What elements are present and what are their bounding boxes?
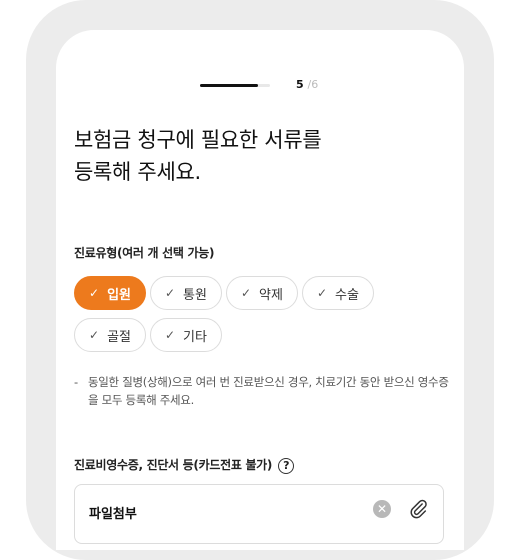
check-icon: ✓ bbox=[240, 286, 252, 300]
chip-outpatient[interactable]: ✓ 통원 bbox=[149, 276, 222, 310]
check-icon: ✓ bbox=[164, 328, 176, 342]
chip-surgery[interactable]: ✓ 수술 bbox=[301, 276, 374, 310]
step-total: 6 bbox=[311, 78, 319, 91]
clear-icon[interactable]: ✕ bbox=[373, 500, 391, 518]
question-circle-icon[interactable]: ? bbox=[278, 457, 295, 474]
chip-fracture[interactable]: ✓ 골절 bbox=[74, 318, 146, 352]
chip-row-2: ✓ 골절 ✓ 기타 bbox=[74, 318, 454, 352]
chip-label: 수술 bbox=[335, 287, 359, 303]
chip-pharmacy[interactable]: ✓ 약제 bbox=[225, 276, 298, 310]
progress-bar bbox=[200, 84, 270, 87]
step-progress: 5 /6 bbox=[56, 78, 464, 94]
check-icon: ✓ bbox=[164, 286, 176, 300]
chip-label: 골절 bbox=[107, 329, 131, 345]
check-icon: ✓ bbox=[89, 328, 100, 342]
notice-body: 동일한 질병(상해)으로 여러 번 진료받으신 경우, 치료기간 동안 받으신 … bbox=[88, 375, 449, 407]
check-icon: ✓ bbox=[89, 286, 100, 300]
notice-dash: - bbox=[74, 375, 78, 389]
page-title-line1: 보험금 청구에 필요한 서류를 bbox=[74, 128, 322, 152]
chip-label: 약제 bbox=[259, 287, 283, 303]
treatment-type-chips: ✓ 입원 ✓ 통원 ✓ 약제 ✓ 수술 ✓ 골절 ✓ 기타 bbox=[74, 276, 454, 360]
chip-row-1: ✓ 입원 ✓ 통원 ✓ 약제 ✓ 수술 bbox=[74, 276, 454, 310]
file-attach-field[interactable]: 파일첨부 ✕ bbox=[74, 484, 444, 544]
documents-label: 진료비영수증, 진단서 등(카드전표 불가) bbox=[74, 458, 273, 472]
page-title-line2: 등록해 주세요. bbox=[74, 160, 201, 184]
paperclip-icon[interactable] bbox=[407, 498, 429, 520]
chip-label: 통원 bbox=[183, 287, 207, 303]
progress-fill bbox=[200, 84, 259, 87]
chip-label: 기타 bbox=[183, 329, 207, 345]
app-screen: 5 /6 보험금 청구에 필요한 서류를 등록해 주세요. 진료유형(여러 개 … bbox=[56, 30, 464, 550]
step-counter: 5 /6 bbox=[296, 78, 318, 91]
step-current: 5 bbox=[296, 78, 304, 91]
documents-label-row: 진료비영수증, 진단서 등(카드전표 불가)? bbox=[74, 456, 295, 474]
chip-other[interactable]: ✓ 기타 bbox=[149, 318, 222, 352]
page-title: 보험금 청구에 필요한 서류를 등록해 주세요. bbox=[74, 124, 454, 188]
treatment-type-label: 진료유형(여러 개 선택 가능) bbox=[74, 246, 215, 260]
chip-label: 입원 bbox=[107, 287, 131, 303]
file-attach-label: 파일첨부 bbox=[89, 507, 137, 522]
chip-inpatient[interactable]: ✓ 입원 bbox=[74, 276, 146, 310]
notice-text: - 동일한 질병(상해)으로 여러 번 진료받으신 경우, 치료기간 동안 받으… bbox=[74, 373, 454, 409]
check-icon: ✓ bbox=[316, 286, 328, 300]
